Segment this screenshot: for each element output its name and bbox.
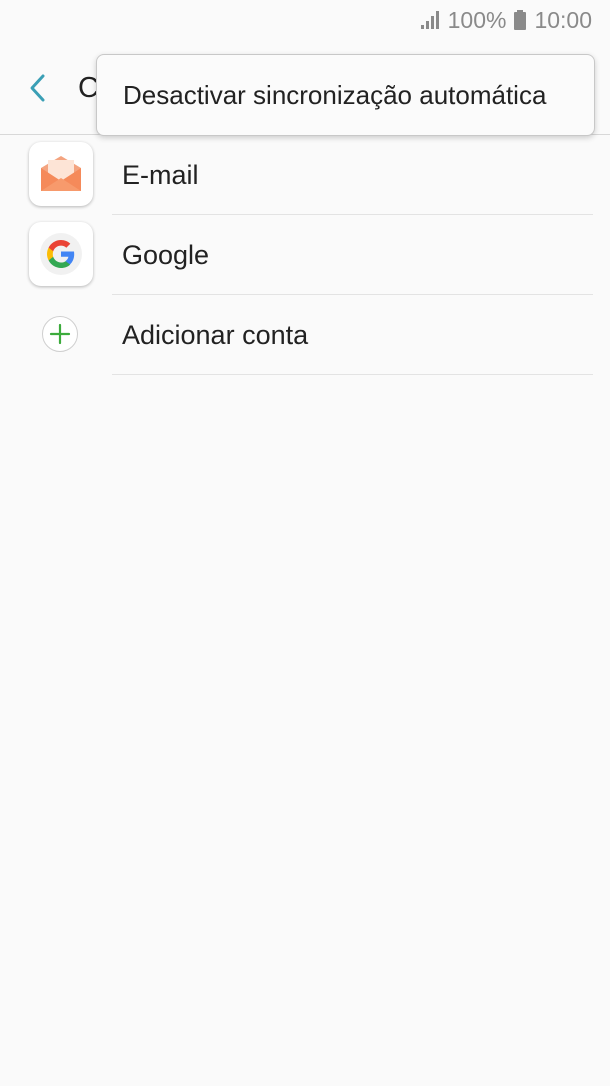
divider [112, 374, 593, 375]
status-bar: 100% 10:00 [0, 0, 610, 40]
status-indicators: 100% 10:00 [420, 6, 592, 34]
account-row-google[interactable]: Google [0, 215, 610, 295]
account-label: Google [122, 240, 210, 270]
chevron-left-icon [30, 74, 45, 102]
menu-item-disable-auto-sync[interactable]: Desactivar sincronização automática [97, 55, 594, 135]
back-button[interactable] [22, 70, 52, 106]
add-account-row[interactable]: Adicionar conta [0, 295, 610, 375]
add-icon [42, 316, 78, 352]
battery-icon [514, 10, 527, 30]
clock: 10:00 [534, 6, 592, 33]
add-account-label: Adicionar conta [122, 320, 309, 350]
google-icon [29, 222, 93, 286]
battery-percentage: 100% [447, 6, 507, 33]
account-label: E-mail [122, 160, 199, 190]
signal-icon [420, 11, 439, 29]
email-app-icon [29, 142, 93, 206]
account-row-email[interactable]: E-mail [0, 135, 610, 215]
overflow-popup-menu: Desactivar sincronização automática [96, 54, 595, 136]
